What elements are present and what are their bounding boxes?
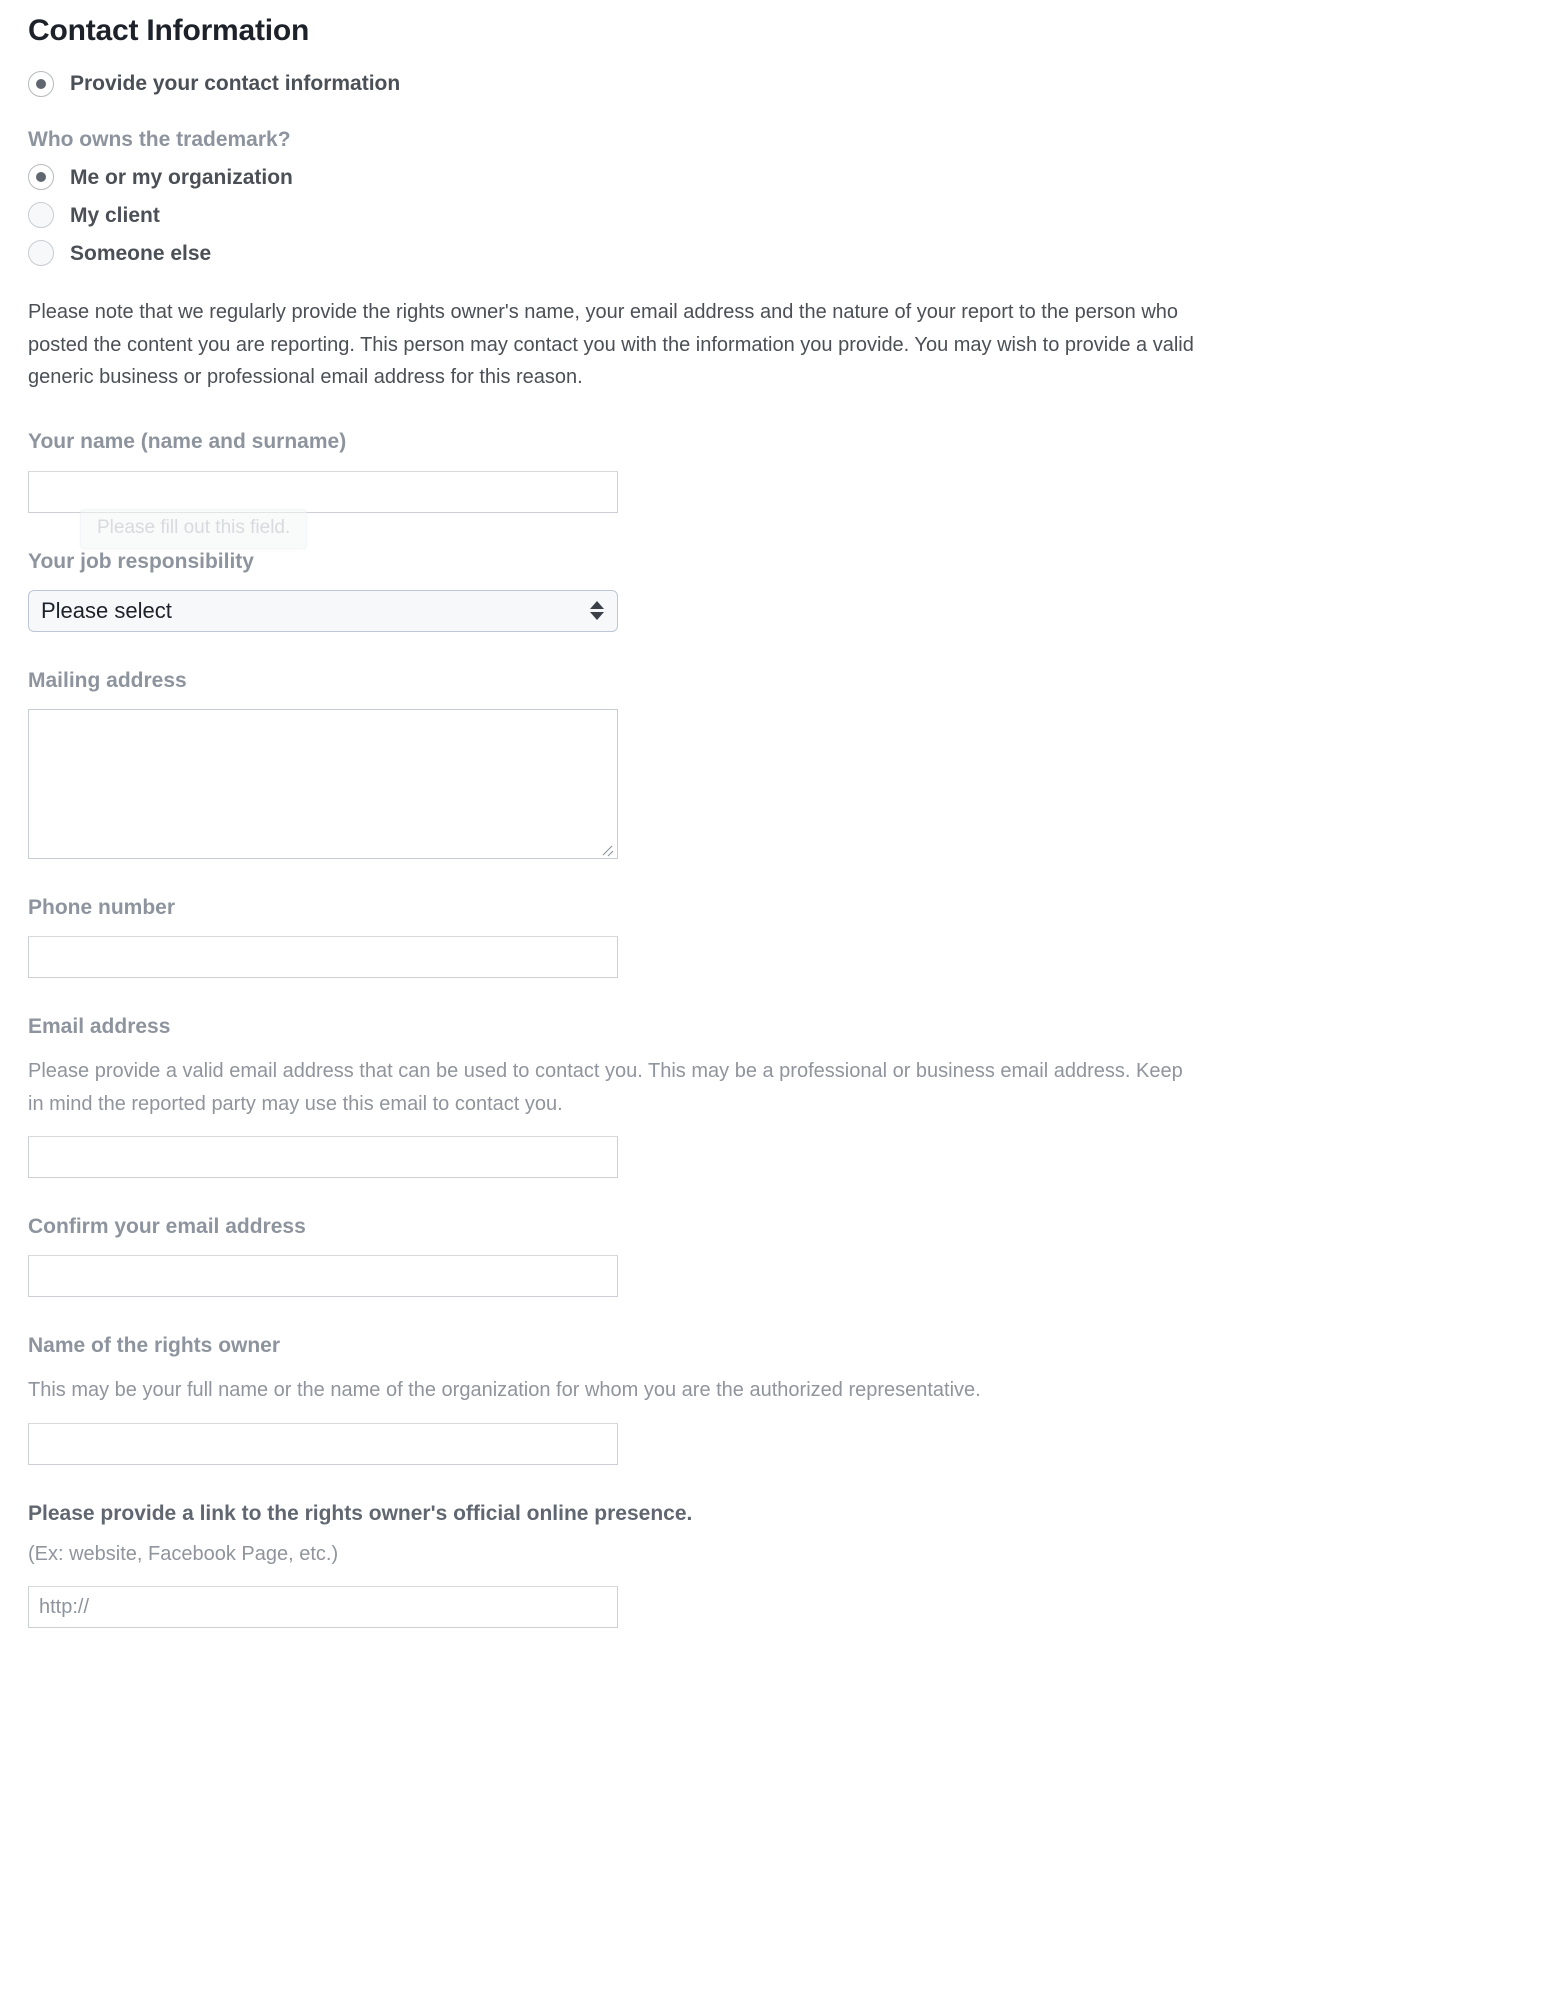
field-your-name: Your name (name and surname) Please fill…: [28, 429, 1522, 550]
label-rights-owner-name: Name of the rights owner: [28, 1334, 281, 1358]
textarea-mailing-address[interactable]: [28, 708, 618, 859]
input-online-presence[interactable]: [28, 1586, 618, 1629]
ownership-question-label: Who owns the trademark?: [28, 128, 291, 151]
radio-label-provide-contact-information: Provide your contact information: [70, 72, 401, 96]
label-job-responsibility: Your job responsibility: [28, 549, 254, 573]
validation-tooltip-your-name: Please fill out this field.: [80, 509, 308, 550]
page-title: Contact Information: [28, 14, 310, 47]
label-mailing-address: Mailing address: [28, 668, 187, 692]
radio-me-or-my-organization[interactable]: [28, 164, 54, 191]
input-phone-number[interactable]: [28, 936, 618, 979]
radio-row-my-client[interactable]: My client: [28, 202, 1522, 229]
field-confirm-email-address: Confirm your email address: [28, 1214, 1522, 1298]
label-email-address: Email address: [28, 1015, 171, 1039]
privacy-notice-text: Please note that we regularly provide th…: [28, 301, 1194, 388]
field-rights-owner-name: Name of the rights owner This may be you…: [28, 1333, 1522, 1465]
help-online-presence: (Ex: website, Facebook Page, etc.): [28, 1543, 339, 1566]
field-mailing-address: Mailing address: [28, 668, 1522, 859]
radio-someone-else[interactable]: [28, 240, 54, 267]
radio-row-provide-contact-information[interactable]: Provide your contact information: [28, 71, 1522, 97]
radio-provide-contact-information[interactable]: [28, 71, 54, 97]
contact-information-page: Contact Information Provide your contact…: [0, 0, 1550, 1629]
select-wrap-job-responsibility: Please select: [28, 589, 618, 632]
radio-row-me-or-my-organization[interactable]: Me or my organization: [28, 164, 1522, 191]
help-email-address: Please provide a valid email address tha…: [28, 1060, 1183, 1115]
input-your-name[interactable]: [28, 470, 618, 513]
label-phone-number: Phone number: [28, 895, 176, 919]
radio-my-client[interactable]: [28, 202, 54, 229]
field-phone-number: Phone number: [28, 895, 1522, 979]
textarea-wrap-mailing-address: [28, 708, 618, 859]
input-confirm-email-address[interactable]: [28, 1255, 618, 1298]
label-confirm-email-address: Confirm your email address: [28, 1215, 306, 1239]
help-rights-owner-name: This may be your full name or the name o…: [28, 1379, 981, 1402]
label-online-presence: Please provide a link to the rights owne…: [28, 1501, 693, 1525]
radio-label-my-client: My client: [70, 203, 160, 227]
field-online-presence: Please provide a link to the rights owne…: [28, 1501, 1522, 1629]
field-job-responsibility: Your job responsibility Please select: [28, 549, 1522, 632]
label-your-name: Your name (name and surname): [28, 430, 347, 454]
field-email-address: Email address Please provide a valid ema…: [28, 1014, 1522, 1179]
radio-label-me-or-my-organization: Me or my organization: [70, 165, 293, 189]
select-job-responsibility[interactable]: Please select: [28, 589, 618, 632]
input-rights-owner-name[interactable]: [28, 1422, 618, 1465]
radio-label-someone-else: Someone else: [70, 241, 212, 265]
radio-row-someone-else[interactable]: Someone else: [28, 240, 1522, 267]
input-email-address[interactable]: [28, 1136, 618, 1179]
